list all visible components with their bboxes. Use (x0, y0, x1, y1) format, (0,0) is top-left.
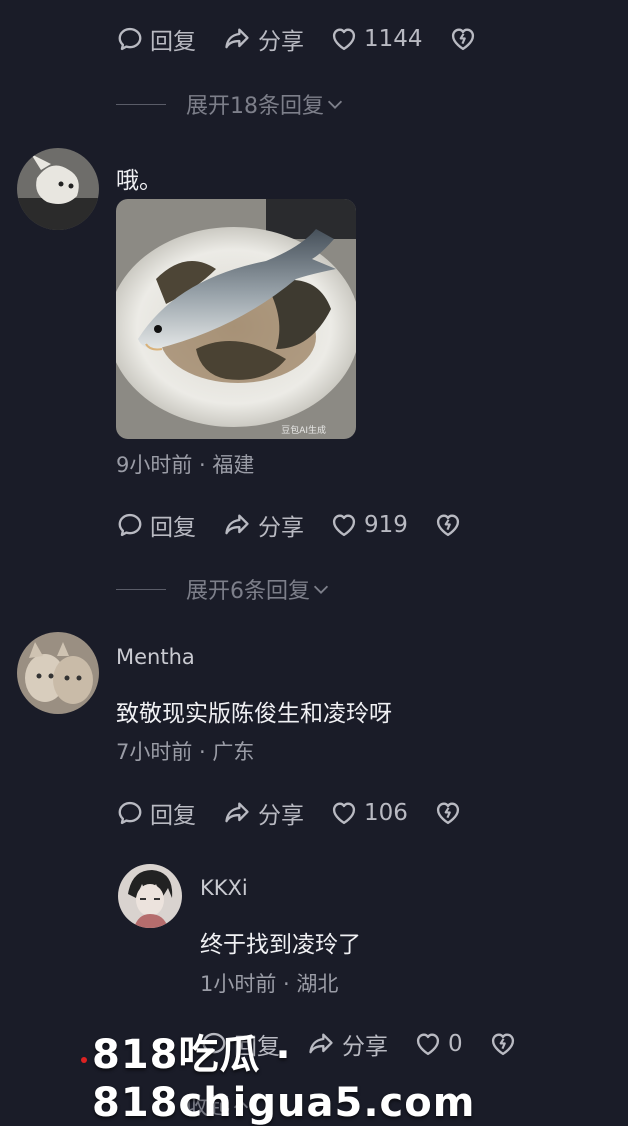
broken-heart-icon (434, 799, 462, 827)
avatar[interactable] (17, 632, 99, 714)
reply-button[interactable]: 回复 (116, 508, 196, 542)
reply-button[interactable]: 回复 (116, 22, 196, 56)
chevron-down-icon (310, 578, 332, 600)
expand-replies-label: 展开18条回复 (186, 94, 324, 119)
reply-label: 回复 (150, 515, 196, 541)
reply-label: 回复 (150, 803, 196, 829)
svg-text:豆包AI生成: 豆包AI生成 (281, 424, 326, 436)
username[interactable]: KKXi (200, 876, 248, 900)
comment-image[interactable]: 豆包AI生成 (116, 199, 356, 439)
comment-meta: 1小时前 · 湖北 (200, 972, 339, 996)
dislike-button[interactable] (449, 25, 477, 53)
reply-icon (116, 799, 144, 827)
like-button[interactable]: 1144 (330, 25, 423, 53)
share-button[interactable]: 分享 (222, 22, 304, 56)
like-count: 106 (364, 800, 408, 826)
like-count: 919 (364, 512, 408, 538)
expand-replies-button[interactable]: 展开18条回复 (116, 88, 346, 120)
fish-photo: 豆包AI生成 (116, 199, 356, 439)
divider-line (116, 103, 166, 105)
like-count: 1144 (364, 26, 423, 52)
dislike-button[interactable] (434, 511, 462, 539)
reply-icon (116, 25, 144, 53)
avatar[interactable] (17, 148, 99, 230)
comment1-actions: 回复 分享 919 (116, 508, 488, 542)
comment-meta: 7小时前 · 广东 (116, 740, 255, 764)
avatar-image (118, 864, 182, 928)
broken-heart-icon (434, 511, 462, 539)
heart-icon (330, 25, 358, 53)
username[interactable]: Mentha (116, 645, 195, 669)
share-label: 分享 (258, 29, 304, 55)
comment-text: 致敬现实版陈俊生和凌玲呀 (116, 701, 392, 727)
heart-icon (330, 799, 358, 827)
comment-text: 终于找到凌玲了 (200, 932, 361, 958)
divider-line (116, 588, 166, 590)
share-label: 分享 (258, 803, 304, 829)
watermark-text: 818吃瓜 · 818chigua5.com (92, 1032, 476, 1126)
thread1-actions: 回复 分享 1144 (116, 22, 503, 56)
like-button[interactable]: 106 (330, 799, 408, 827)
expand-replies-button[interactable]: 展开6条回复 (116, 573, 332, 605)
avatar-image (17, 148, 99, 230)
avatar-image (17, 632, 99, 714)
heart-icon (330, 511, 358, 539)
expand-replies-label: 展开6条回复 (186, 579, 310, 604)
avatar[interactable] (118, 864, 182, 928)
watermark-dot (81, 1057, 87, 1063)
comment-meta: 9小时前 · 福建 (116, 453, 255, 477)
reply-icon (116, 511, 144, 539)
share-button[interactable]: 分享 (222, 508, 304, 542)
dislike-button[interactable] (434, 799, 462, 827)
reply-button[interactable]: 回复 (116, 796, 196, 830)
reply-label: 回复 (150, 29, 196, 55)
comment-text: 哦。 (116, 168, 162, 194)
share-icon (222, 25, 252, 53)
comment2-actions: 回复 分享 106 (116, 796, 488, 830)
chevron-down-icon (324, 93, 346, 115)
like-button[interactable]: 919 (330, 511, 408, 539)
broken-heart-icon (449, 25, 477, 53)
share-icon (222, 799, 252, 827)
share-button[interactable]: 分享 (222, 796, 304, 830)
share-icon (222, 511, 252, 539)
share-label: 分享 (258, 515, 304, 541)
